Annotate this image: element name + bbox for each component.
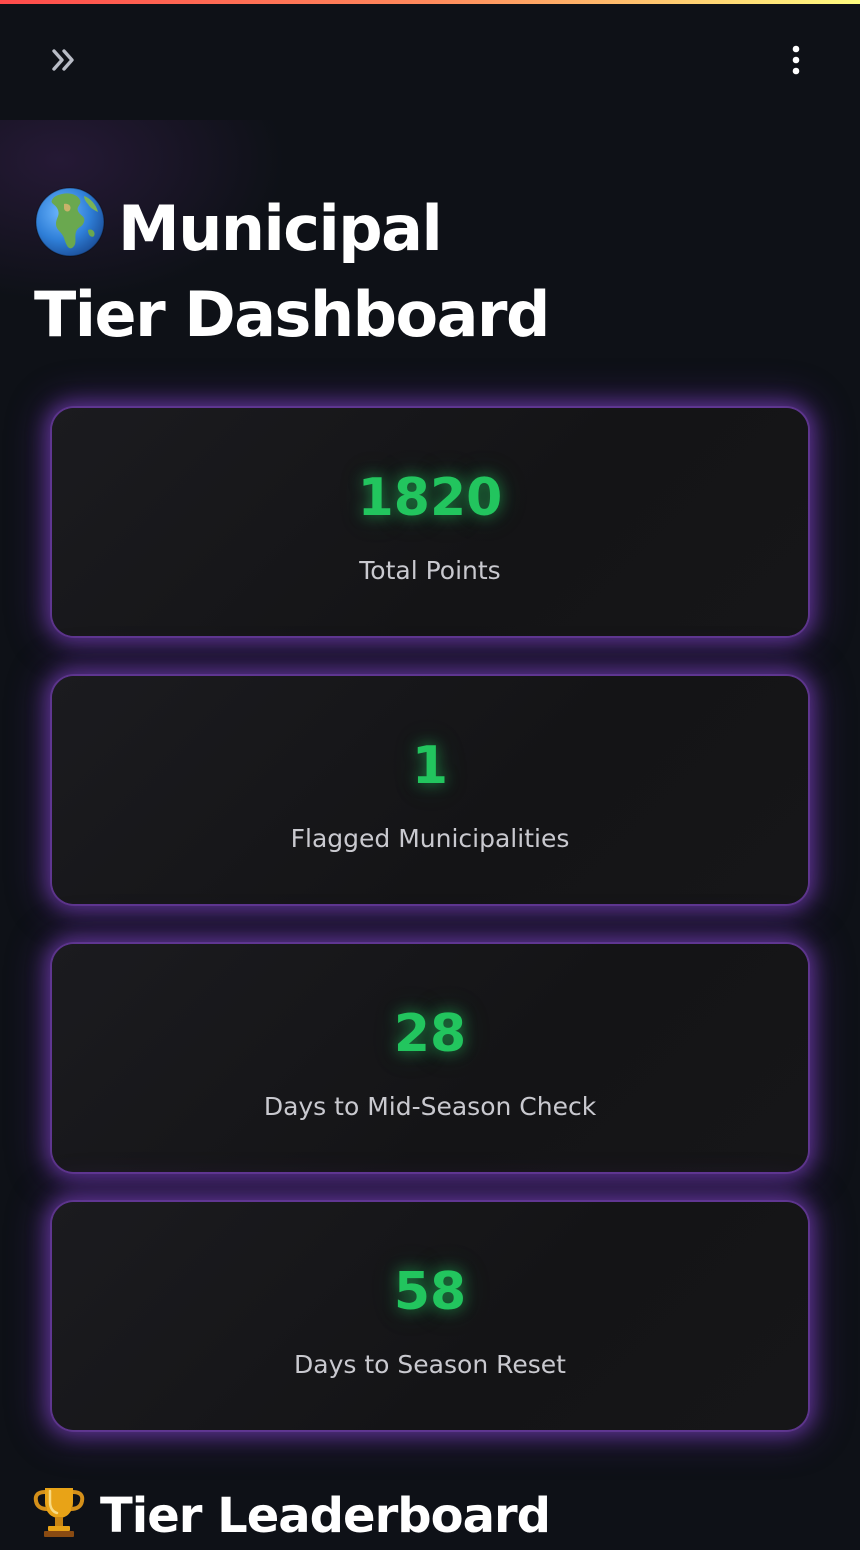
- leaderboard-heading-text: Tier Leaderboard: [100, 1488, 551, 1544]
- metric-label: Flagged Municipalities: [290, 824, 570, 853]
- metric-card-days-to-mid-season-check: 28 Days to Mid-Season Check: [52, 944, 808, 1172]
- page-title-text-1: Municipal: [118, 192, 443, 265]
- metric-card-total-points: 1820 Total Points: [52, 408, 808, 636]
- metric-label: Days to Season Reset: [294, 1350, 566, 1379]
- app-page: Municipal Tier Dashboard 1820 Total Poin…: [0, 0, 860, 1550]
- metric-card-flagged-municipalities: 1 Flagged Municipalities: [52, 676, 808, 904]
- globe-icon: [35, 187, 105, 257]
- page-title-line-2: Tier Dashboard: [34, 278, 550, 351]
- metric-card-days-to-season-reset: 58 Days to Season Reset: [52, 1202, 808, 1430]
- app-header: [0, 4, 860, 120]
- metric-value: 28: [393, 1004, 467, 1064]
- metric-value: 1820: [357, 468, 503, 528]
- page-title-line-1: Municipal: [34, 186, 734, 272]
- metric-value: 1: [411, 736, 449, 796]
- metric-label: Total Points: [359, 556, 501, 585]
- page-title: Municipal Tier Dashboard: [34, 186, 734, 358]
- metric-label: Days to Mid-Season Check: [263, 1092, 597, 1121]
- leaderboard-heading: Tier Leaderboard: [30, 1482, 810, 1550]
- sidebar-expand-button[interactable]: [40, 40, 88, 80]
- main-menu-button[interactable]: [772, 40, 820, 80]
- kebab-menu-icon: [792, 45, 800, 75]
- chevron-double-right-icon: [52, 49, 74, 71]
- trophy-icon: [33, 1488, 85, 1537]
- metric-value: 58: [393, 1262, 467, 1322]
